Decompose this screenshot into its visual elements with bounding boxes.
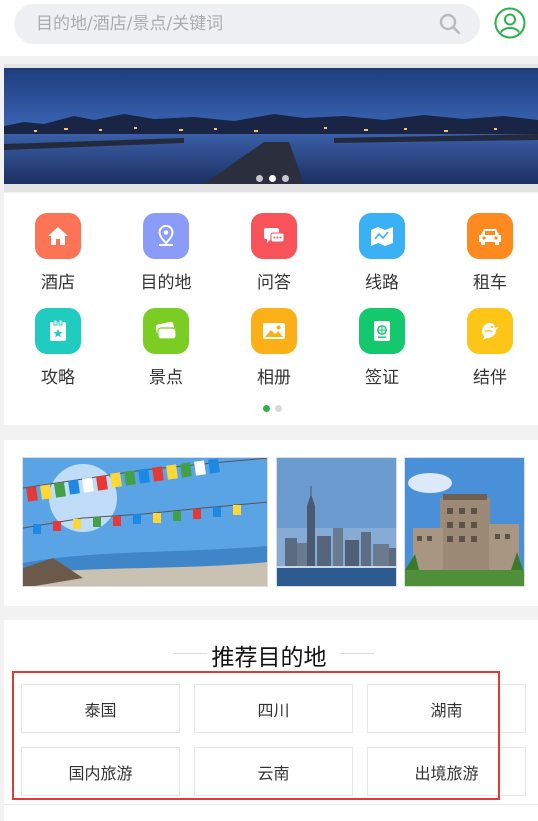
category-album[interactable]: 相册 <box>220 308 328 388</box>
banner-carousel[interactable] <box>4 64 538 192</box>
passport-icon <box>359 308 405 354</box>
category-label: 相册 <box>257 368 291 388</box>
category-destination[interactable]: 目的地 <box>112 213 220 293</box>
category-label: 问答 <box>257 273 291 293</box>
category-qa[interactable]: 问答 <box>220 213 328 293</box>
category-route[interactable]: 线路 <box>328 213 436 293</box>
top-bar <box>0 0 538 56</box>
destination-tag[interactable]: 泰国 <box>21 684 180 733</box>
gallery-photo-city-skyline[interactable] <box>276 457 397 587</box>
search-icon[interactable] <box>438 12 462 36</box>
user-icon[interactable] <box>494 7 526 39</box>
car-icon <box>467 213 513 259</box>
chat-bubble-icon <box>251 213 297 259</box>
category-label: 景点 <box>149 368 183 388</box>
pager-dot[interactable] <box>275 405 282 412</box>
category-label: 租车 <box>473 273 507 293</box>
map-icon <box>359 213 405 259</box>
category-hotel[interactable]: 酒店 <box>4 213 112 293</box>
pager-dot-active[interactable] <box>263 405 270 412</box>
destination-tag[interactable]: 湖南 <box>367 684 526 733</box>
guide-book-icon <box>35 308 81 354</box>
photo-icon <box>251 308 297 354</box>
category-guide[interactable]: 攻略 <box>4 308 112 388</box>
destination-tag[interactable]: 出境旅游 <box>367 747 526 796</box>
destination-tag[interactable]: 云南 <box>194 747 353 796</box>
bird-icon <box>467 308 513 354</box>
category-label: 签证 <box>365 368 399 388</box>
tickets-icon <box>143 308 189 354</box>
home-icon <box>35 213 81 259</box>
category-companion[interactable]: 结伴 <box>436 308 538 388</box>
category-car-rental[interactable]: 租车 <box>436 213 538 293</box>
category-attractions[interactable]: 景点 <box>112 308 220 388</box>
bottom-divider <box>4 804 538 805</box>
recommend-title-wrap: 推荐目的地 <box>0 638 538 672</box>
category-label: 线路 <box>365 273 399 293</box>
category-pager[interactable] <box>263 405 282 412</box>
banner-image <box>4 64 538 192</box>
category-grid: 酒店 目的地 问答 线路 租车 攻略 景点 相册 签证 结伴 <box>4 193 538 425</box>
gallery-photo-prayer-flags[interactable] <box>22 457 268 587</box>
gallery-photo-hotel[interactable] <box>404 457 525 587</box>
search-box[interactable] <box>14 4 480 44</box>
recommend-title: 推荐目的地 <box>211 645 327 671</box>
category-label: 酒店 <box>41 273 75 293</box>
location-pin-icon <box>143 213 189 259</box>
search-input[interactable] <box>14 4 434 44</box>
photo-gallery <box>4 440 538 606</box>
category-label: 结伴 <box>473 368 507 388</box>
destination-tag[interactable]: 四川 <box>194 684 353 733</box>
category-label: 攻略 <box>41 368 75 388</box>
destination-tag[interactable]: 国内旅游 <box>21 747 180 796</box>
banner-dots[interactable] <box>256 175 289 182</box>
banner-dot-active[interactable] <box>269 175 276 182</box>
banner-dot[interactable] <box>282 175 289 182</box>
category-label: 目的地 <box>140 273 192 293</box>
banner-dot[interactable] <box>256 175 263 182</box>
category-visa[interactable]: 签证 <box>328 308 436 388</box>
